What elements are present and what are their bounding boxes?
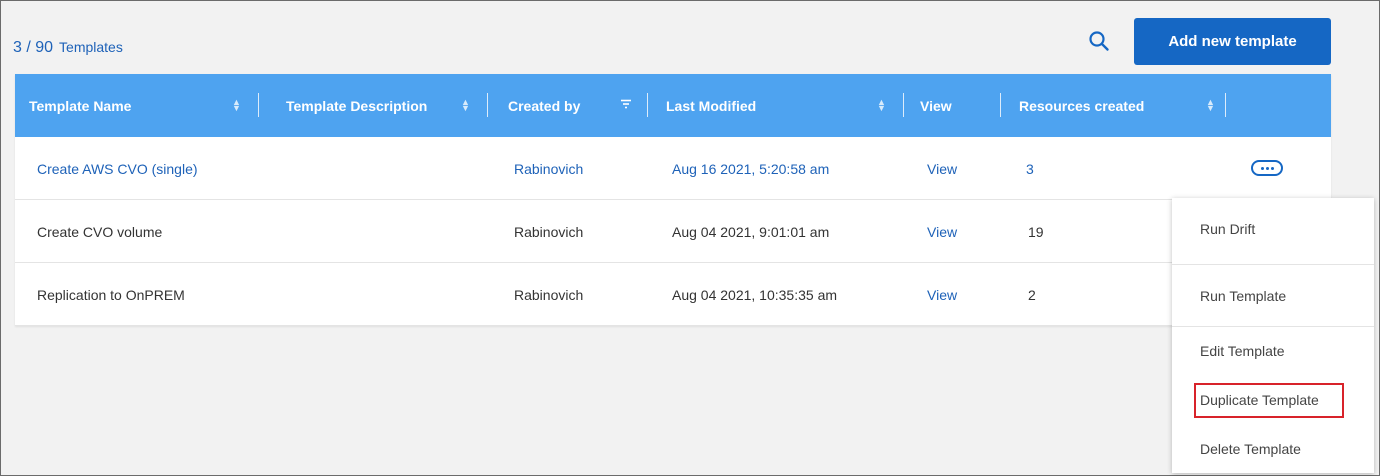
templates-table: Template Name ▲ ▼ Template Description ▲ ▼…: [15, 74, 1331, 326]
column-header-created-by[interactable]: Created by: [508, 74, 580, 137]
menu-item-run-drift[interactable]: Run Drift: [1172, 204, 1374, 254]
last-modified-link[interactable]: Aug 16 2021, 5:20:58 am: [672, 137, 829, 200]
search-icon[interactable]: [1087, 29, 1111, 53]
sort-icon[interactable]: ▲ ▼: [232, 98, 241, 113]
column-divider: [903, 93, 904, 117]
template-name-link[interactable]: Create AWS CVO (single): [37, 137, 198, 200]
menu-item-delete-template[interactable]: Delete Template: [1172, 424, 1374, 474]
template-name: Create CVO volume: [37, 223, 163, 240]
last-modified: Aug 04 2021, 10:35:35 am: [672, 286, 838, 303]
column-header-template-name[interactable]: Template Name: [29, 74, 131, 137]
column-header-resources-created[interactable]: Resources created: [1019, 74, 1144, 137]
add-new-template-button[interactable]: Add new template: [1134, 18, 1331, 65]
count-value: 3 / 90: [13, 39, 54, 56]
column-divider: [1000, 93, 1001, 117]
resources-created: 2: [1028, 286, 1036, 303]
view-link[interactable]: View: [927, 137, 957, 200]
row-actions-menu: Run Drift Run Template Edit Template Dup…: [1172, 198, 1374, 473]
column-divider: [1225, 93, 1226, 117]
sort-icon[interactable]: ▲ ▼: [461, 98, 470, 113]
last-modified: Aug 04 2021, 9:01:01 am: [672, 223, 830, 240]
created-by: Rabinovich: [514, 223, 584, 240]
count-label: Templates: [59, 39, 123, 55]
menu-item-run-template[interactable]: Run Template: [1172, 271, 1374, 321]
more-options-icon[interactable]: [1251, 160, 1283, 176]
sort-icon[interactable]: ▲ ▼: [877, 98, 886, 113]
template-count: 3 / 90 Templates: [13, 39, 123, 57]
column-header-template-description[interactable]: Template Description: [286, 74, 427, 137]
column-header-last-modified[interactable]: Last Modified: [666, 74, 756, 137]
created-by-link[interactable]: Rabinovich: [514, 137, 583, 200]
menu-divider: [1172, 264, 1374, 265]
column-header-view: View: [920, 97, 952, 114]
table-row: Replication to OnPREM Rabinovich Aug 04 …: [15, 263, 1331, 326]
column-divider: [647, 93, 648, 117]
created-by: Rabinovich: [514, 286, 584, 303]
table-row: Create CVO volume Rabinovich Aug 04 2021…: [15, 200, 1331, 263]
view-link[interactable]: View: [927, 200, 957, 263]
view-link[interactable]: View: [927, 263, 957, 326]
filter-icon[interactable]: [620, 98, 632, 110]
template-name: Replication to OnPREM: [37, 286, 185, 303]
duplicate-template-highlight: [1194, 383, 1344, 418]
table-header: Template Name ▲ ▼ Template Description ▲ ▼…: [15, 74, 1331, 137]
column-divider: [258, 93, 259, 117]
sort-icon[interactable]: ▲ ▼: [1206, 98, 1215, 113]
resources-created: 19: [1028, 223, 1044, 240]
menu-item-edit-template[interactable]: Edit Template: [1172, 326, 1374, 376]
resources-created-link[interactable]: 3: [1026, 137, 1034, 200]
page-frame: 3 / 90 Templates Add new template Templat…: [0, 0, 1380, 476]
column-divider: [487, 93, 488, 117]
table-row: Create AWS CVO (single) Rabinovich Aug 1…: [15, 137, 1331, 200]
